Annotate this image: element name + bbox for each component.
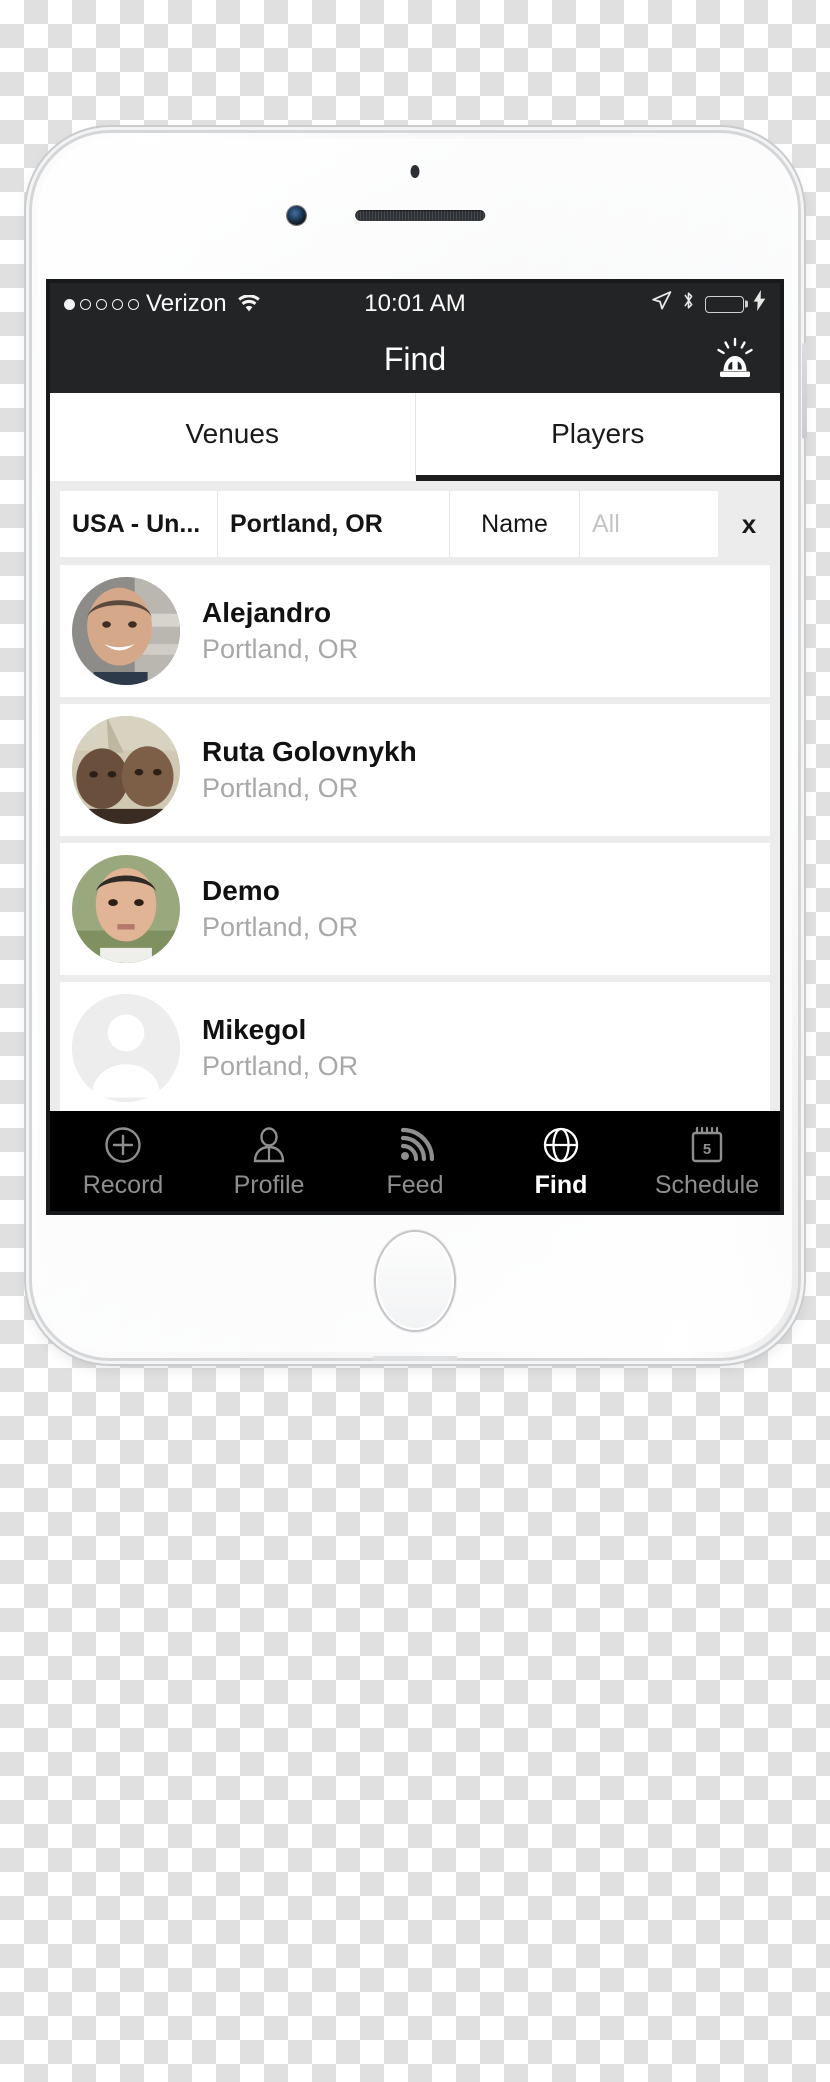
level-filter-placeholder: All [592,509,620,538]
globe-icon [541,1124,581,1166]
carrier-label: Verizon [146,290,227,317]
tab-find[interactable]: Find [488,1111,634,1211]
navigation-bar: Find [50,325,780,393]
wifi-icon [237,295,261,313]
avatar [72,577,180,685]
person-icon [249,1124,289,1166]
player-name: Mikegol [202,1014,307,1045]
avatar-placeholder [72,994,180,1102]
tab-feed-label: Feed [386,1171,444,1199]
player-location: Portland, OR [202,1051,359,1081]
list-item-text: Ruta Golovnykh Portland, OR [202,738,417,802]
player-location: Portland, OR [202,773,359,803]
avatar [72,855,180,963]
list-item[interactable]: Alejandro Portland, OR [60,565,770,697]
calendar-icon: 5 [687,1124,727,1166]
city-filter-field[interactable]: Portland, OR [218,491,450,557]
list-item[interactable]: Mikegol Portland, OR [60,982,770,1114]
list-item[interactable]: Ruta Golovnykh Portland, OR [60,704,770,836]
tab-find-label: Find [534,1171,588,1199]
battery-icon [705,295,744,313]
player-location: Portland, OR [202,634,359,664]
country-filter-field[interactable]: USA - Un... [60,491,218,557]
status-bar-clock: 10:01 AM [364,290,466,317]
siren-beacon-icon[interactable] [708,332,762,386]
page-title: Find [383,340,447,377]
lightning-port [372,1356,458,1361]
bluetooth-icon [681,290,696,318]
earpiece-speaker [355,210,486,221]
country-filter-value: USA - Un... [72,509,201,538]
status-bar-right [651,290,766,318]
level-filter-field[interactable]: All [580,491,668,557]
bottom-tab-bar: Record Profile Feed Find 5 Schedule [50,1111,780,1211]
plus-circle-icon [103,1124,143,1166]
home-button[interactable] [376,1232,454,1330]
lightning-bolt-icon [753,290,766,318]
proximity-sensor-icon [410,165,420,178]
phone-device-frame: Verizon 10:01 AM Find Venues Players USA… [32,133,807,1361]
name-search-placeholder: Name [481,509,548,538]
signal-strength-icon [64,298,139,310]
phone-screen: Verizon 10:01 AM Find Venues Players USA… [50,283,780,1211]
avatar [72,716,180,824]
player-location: Portland, OR [202,912,359,942]
filter-fields-group: USA - Un... Portland, OR Name All [60,491,718,557]
tab-venues[interactable]: Venues [50,393,416,481]
player-name: Demo [202,875,280,906]
front-camera-icon [287,206,306,225]
tab-record-label: Record [82,1171,164,1199]
rss-icon [395,1124,435,1166]
tab-record[interactable]: Record [50,1111,196,1211]
tab-venues-label: Venues [185,418,279,449]
tab-schedule[interactable]: 5 Schedule [634,1111,780,1211]
location-arrow-icon [651,290,672,318]
filter-bar: USA - Un... Portland, OR Name All x [50,481,780,565]
clear-filters-button[interactable]: x [718,491,780,557]
status-bar-left: Verizon [64,290,261,318]
tab-profile-label: Profile [233,1171,305,1199]
list-item-text: Alejandro Portland, OR [202,599,358,663]
player-name: Alejandro [202,597,332,628]
calendar-day-number: 5 [703,1141,711,1158]
tab-profile[interactable]: Profile [196,1111,342,1211]
status-bar: Verizon 10:01 AM [50,283,780,325]
city-filter-value: Portland, OR [230,509,383,538]
segmented-tab-bar: Venues Players [50,393,780,481]
tab-schedule-label: Schedule [654,1171,760,1199]
list-item[interactable]: Demo Portland, OR [60,843,770,975]
power-button[interactable] [802,343,807,439]
list-item-text: Demo Portland, OR [202,877,358,941]
player-name: Ruta Golovnykh [202,736,417,767]
list-item-text: Mikegol Portland, OR [202,1016,358,1080]
name-search-input[interactable]: Name [450,491,580,557]
tab-players-label: Players [551,418,645,449]
tab-feed[interactable]: Feed [342,1111,488,1211]
tab-players[interactable]: Players [415,393,780,481]
clear-filters-label: x [741,508,757,539]
